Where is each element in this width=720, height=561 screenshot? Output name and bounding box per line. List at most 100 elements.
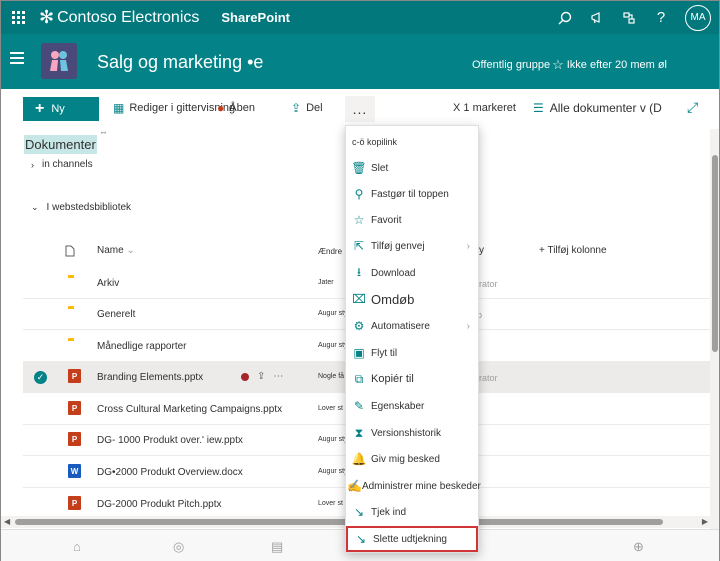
site-logo[interactable] xyxy=(41,43,77,79)
menu-item-label: Slette udtjekning xyxy=(373,533,447,545)
menu-item-copy-to[interactable]: ⧉ Kopiér til xyxy=(346,366,478,392)
menu-item-discard-checkout[interactable]: ↘ Slette udtjekning xyxy=(346,526,478,552)
chevron-right-icon: › xyxy=(466,240,470,252)
menu-item-delete[interactable]: 🗑 Slet xyxy=(346,155,478,181)
menu-item-automate[interactable]: ⚙ Automatisere › xyxy=(346,313,478,339)
column-header-modified[interactable]: Ændre xyxy=(318,247,342,256)
site-title[interactable]: Salg og marketing •e xyxy=(97,52,263,73)
file-name[interactable]: DG- 1000 Produkt over.' iew.pptx xyxy=(97,435,243,446)
waffle-icon[interactable] xyxy=(3,1,33,34)
horizontal-scroll-thumb[interactable] xyxy=(15,519,663,525)
file-name[interactable]: Månedlige rapporter xyxy=(97,341,187,352)
search-icon[interactable] xyxy=(549,1,581,34)
group-channels-label: in channels xyxy=(42,159,93,170)
group-channels[interactable]: › in channels xyxy=(31,159,93,170)
scroll-right-icon[interactable]: ▶ xyxy=(702,517,708,526)
follow-status[interactable]: Ikke efter 20 mem øl xyxy=(567,59,667,71)
globe-icon[interactable]: ◎ xyxy=(173,539,184,555)
menu-item-label: Download xyxy=(371,267,416,279)
chevron-right-icon: › xyxy=(31,159,34,170)
modified-by: Augur sty xyxy=(318,310,348,317)
home-icon[interactable]: ⌂ xyxy=(73,539,81,554)
scroll-left-icon[interactable]: ◀ xyxy=(4,517,10,526)
menu-item-add-shortcut[interactable]: ⇱ Tilføj genvej › xyxy=(346,233,478,259)
column-header-modified-by[interactable]: y xyxy=(479,245,484,256)
star-icon[interactable]: ☆ xyxy=(552,57,564,73)
megaphone-icon[interactable] xyxy=(581,1,613,34)
column-header-name[interactable]: Name ⌄ xyxy=(97,245,135,256)
menu-item-download[interactable]: ⭳ Download xyxy=(346,260,478,286)
menu-item-copy-link[interactable]: c-ö kopilink xyxy=(346,129,478,155)
share-label: Del xyxy=(306,102,323,114)
menu-item-label: Versionshistorik xyxy=(371,427,442,439)
vertical-scrollbar[interactable] xyxy=(710,129,719,529)
menu-item-favorite[interactable]: ☆ Favorit xyxy=(346,207,478,233)
rename-icon: ⌧ xyxy=(352,292,366,306)
menu-item-move-to[interactable]: ▣ Flyt til xyxy=(346,340,478,366)
help-icon[interactable]: ? xyxy=(645,1,677,34)
shortcut-icon: ⇱ xyxy=(353,239,365,253)
more-actions-button[interactable]: ... xyxy=(345,96,375,122)
menu-item-check-in[interactable]: ↘ Tjek ind xyxy=(346,499,478,525)
powerpoint-icon: P xyxy=(68,496,81,510)
menu-item-label: Fastgør til toppen xyxy=(371,188,449,200)
breadcrumb-edit-icon[interactable]: ʺʺ xyxy=(101,132,106,139)
file-name[interactable]: Generelt xyxy=(97,309,135,320)
selection-count[interactable]: X 1 markeret xyxy=(453,102,516,114)
breadcrumb[interactable]: Dokumenter xyxy=(24,135,97,154)
brand[interactable]: ✻ Contoso Electronics xyxy=(39,7,199,28)
powerpoint-icon: P xyxy=(68,369,81,383)
expand-icon[interactable]: ⤢ xyxy=(687,99,698,116)
share-row-icon[interactable]: ⇪ xyxy=(257,371,265,382)
file-name[interactable]: DG•2000 Produkt Overview.docx xyxy=(97,467,243,478)
menu-item-version-history[interactable]: ⧗ Versionshistorik xyxy=(346,420,478,446)
news-icon[interactable]: ▤ xyxy=(271,539,283,555)
share-button[interactable]: ⇪ Del xyxy=(291,101,323,115)
view-selector[interactable]: ☰ Alle dokumenter v (D xyxy=(533,101,662,115)
more-row-icon[interactable]: ⋯ xyxy=(273,371,283,382)
share-icon[interactable] xyxy=(613,1,645,34)
chevron-right-icon: › xyxy=(466,320,470,332)
powerpoint-icon: P xyxy=(68,432,81,446)
pin-icon: ⚲ xyxy=(354,187,364,201)
automate-icon: ⚙ xyxy=(353,319,365,333)
modified-by: Augur sty xyxy=(318,468,348,475)
menu-item-label: Egenskaber xyxy=(371,400,425,412)
menu-item-manage-alerts[interactable]: ✍ Administrer mine beskeder xyxy=(346,473,481,499)
menu-item-label: Tjek ind xyxy=(371,506,407,518)
menu-item-rename[interactable]: ⌧ Omdøb xyxy=(346,286,478,312)
brand-logo-icon: ✻ xyxy=(39,7,55,27)
list-icon: ☰ xyxy=(533,101,544,115)
add-icon[interactable]: ⊕ xyxy=(633,539,644,555)
file-name[interactable]: Branding Elements.pptx xyxy=(97,372,203,383)
file-type-header-icon[interactable] xyxy=(65,245,75,260)
brand-name: Contoso Electronics xyxy=(57,8,200,26)
site-header: Salg og marketing •e Offentlig gruppe ☆ … xyxy=(1,34,719,89)
group-site-library[interactable]: ⌄ I webstedsbibliotek xyxy=(31,202,131,213)
menu-item-pin[interactable]: ⚲ Fastgør til toppen xyxy=(346,181,478,207)
modified-by: Augur sty xyxy=(318,436,348,443)
vertical-scroll-thumb[interactable] xyxy=(712,155,718,352)
hamburger-menu-icon[interactable] xyxy=(10,52,24,67)
app-name[interactable]: SharePoint xyxy=(221,10,290,25)
menu-item-properties[interactable]: ✎ Egenskaber xyxy=(346,393,478,419)
group-type: Offentlig gruppe xyxy=(472,59,551,71)
file-name[interactable]: Cross Cultural Marketing Campaigns.pptx xyxy=(97,404,282,415)
menu-item-label: Giv mig besked xyxy=(371,453,440,465)
checkmark-icon[interactable]: ✓ xyxy=(34,371,47,384)
new-button[interactable]: + Ny xyxy=(23,97,99,121)
file-name[interactable]: DG-2000 Produkt Pitch.pptx xyxy=(97,499,222,510)
powerpoint-icon: P xyxy=(68,401,81,415)
copy-icon: ⧉ xyxy=(354,371,364,386)
menu-item-label: Tilføj genvej xyxy=(371,240,425,252)
open-button[interactable]: ● Åben xyxy=(217,101,255,115)
bell-icon: 🔔 xyxy=(351,452,367,466)
avatar[interactable]: MA xyxy=(685,4,711,31)
trash-icon: 🗑 xyxy=(351,161,367,175)
file-name[interactable]: Arkiv xyxy=(97,278,119,289)
add-column-button[interactable]: + Tilføj kolonne xyxy=(539,245,607,256)
command-bar: + Ny ▦ Rediger i gittervisning ● Åben ⇪ … xyxy=(1,89,719,129)
open-label: Åben xyxy=(229,102,255,114)
menu-item-alert-me[interactable]: 🔔 Giv mig besked xyxy=(346,446,478,472)
view-label: Alle dokumenter v (D xyxy=(549,101,662,115)
